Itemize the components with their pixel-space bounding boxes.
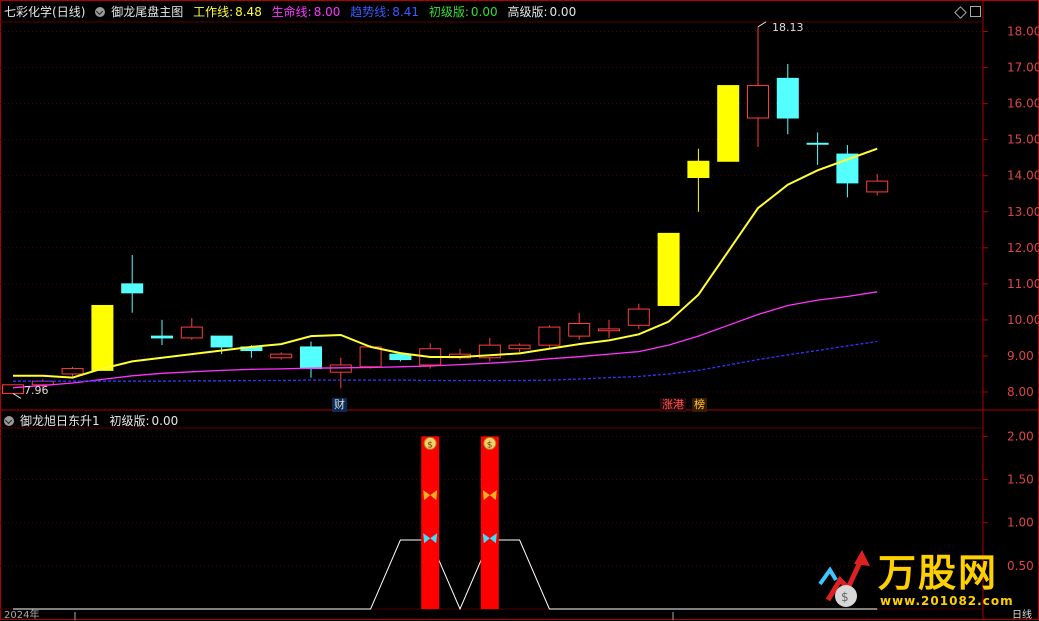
- main-indicator-name[interactable]: 御龙尾盘主图: [111, 5, 183, 19]
- advanced-value: 0.00: [549, 5, 577, 19]
- candle-body: [508, 344, 531, 350]
- main-y-tick-label: 14.00: [1007, 169, 1039, 183]
- candle-body: [747, 85, 769, 119]
- maximize-icon[interactable]: [970, 6, 981, 17]
- life-line-value: 8.00: [313, 5, 341, 19]
- candle-body: [776, 77, 799, 119]
- chart-canvas: 8.00 9.00 10.00 11.00 12.00 13.00 14.00 15.00 16…: [0, 0, 1039, 620]
- candle-body: [2, 384, 24, 394]
- candle-body: [657, 232, 680, 306]
- work-line-label: 工作线:: [193, 5, 234, 19]
- low-price-label: 7.96: [24, 384, 49, 397]
- main-y-tick-label: 16.00: [1007, 97, 1039, 111]
- tag-cai[interactable]: 财: [332, 398, 347, 412]
- money-bag-symbol: $: [487, 440, 493, 450]
- sub-chart-header: 御龙旭日东升1 初级版: 0.00: [4, 412, 184, 430]
- period-label: (日线): [52, 5, 86, 19]
- outer-border: [0, 0, 1039, 620]
- trend-line-value: 8.41: [392, 5, 420, 19]
- logo-url-text: www.201082.com: [880, 594, 1014, 608]
- main-y-tick-label: 11.00: [1007, 277, 1039, 291]
- candle-body: [180, 326, 203, 339]
- brand-logo: $ 万股网 www.201082.com: [818, 540, 1033, 614]
- signal-line: [13, 539, 878, 611]
- sub-indicator-dropdown-icon[interactable]: [4, 415, 14, 426]
- candle-body: [270, 353, 293, 359]
- signal-bar: [480, 436, 499, 609]
- advanced-label: 高级版:: [507, 5, 548, 19]
- main-y-tick-label: 17.00: [1007, 61, 1039, 75]
- high-pointer: [757, 21, 767, 28]
- candle-body: [538, 326, 561, 346]
- main-y-tick-label: 9.00: [1007, 349, 1034, 363]
- trend-line-label: 趋势线:: [350, 5, 391, 19]
- life-line: [12, 291, 878, 389]
- candle-body: [806, 142, 829, 145]
- low-pointer: [12, 393, 22, 399]
- signal-bar: [421, 436, 440, 609]
- primary-value: 0.00: [470, 5, 498, 19]
- candle-body: [627, 308, 650, 326]
- main-y-tick-label: 15.00: [1007, 133, 1039, 147]
- main-y-tick-label: 8.00: [1007, 385, 1034, 399]
- main-y-tick-label: 10.00: [1007, 313, 1039, 327]
- candle-body: [300, 346, 322, 370]
- svg-text:$: $: [841, 590, 849, 604]
- indicator-dropdown-icon[interactable]: [95, 6, 106, 17]
- main-y-tick-label: 18.00: [1007, 25, 1039, 39]
- stock-name: 七彩化学: [4, 5, 53, 19]
- candle-body: [61, 368, 84, 375]
- work-line-value: 8.48: [235, 5, 262, 19]
- sub-y-tick-label: 2.00: [1007, 429, 1034, 443]
- tag-bang[interactable]: 榜: [692, 398, 707, 412]
- candle-body: [836, 153, 859, 184]
- candle-body: [598, 328, 620, 332]
- sub-indicator-name[interactable]: 御龙旭日东升1: [20, 414, 100, 428]
- candle-body: [568, 323, 591, 337]
- logo-brand-text: 万股网: [878, 551, 999, 595]
- sub-primary-label: 初级版:: [109, 414, 150, 428]
- money-bag-symbol: $: [427, 440, 433, 450]
- candle-body: [91, 304, 114, 371]
- candle-body: [687, 160, 710, 179]
- candle-body: [866, 180, 889, 193]
- candle-body: [151, 335, 173, 339]
- candle-body: [121, 283, 144, 294]
- year-label: 2024年: [4, 610, 40, 621]
- main-y-tick-label: 12.00: [1007, 241, 1039, 255]
- tag-zhangting[interactable]: 涨港: [660, 398, 686, 412]
- main-y-tick-label: 13.00: [1007, 205, 1039, 219]
- high-price-label: 18.13: [772, 21, 804, 34]
- sub-y-tick-label: 1.50: [1007, 473, 1034, 487]
- primary-label: 初级版:: [428, 5, 469, 19]
- candle-body: [359, 346, 382, 368]
- sub-y-tick-label: 1.00: [1007, 516, 1034, 530]
- work-line: [13, 147, 878, 379]
- sub-primary-value: 0.00: [151, 414, 179, 428]
- candle-body: [329, 364, 352, 373]
- main-chart-header: 七彩化学(日线) 御龙尾盘主图 工作线: 8.48 生命线: 8.00 趋势线: 8.…: [4, 3, 582, 21]
- life-line-label: 生命线:: [271, 5, 312, 19]
- candle-body: [210, 335, 233, 348]
- candle-body: [717, 85, 740, 162]
